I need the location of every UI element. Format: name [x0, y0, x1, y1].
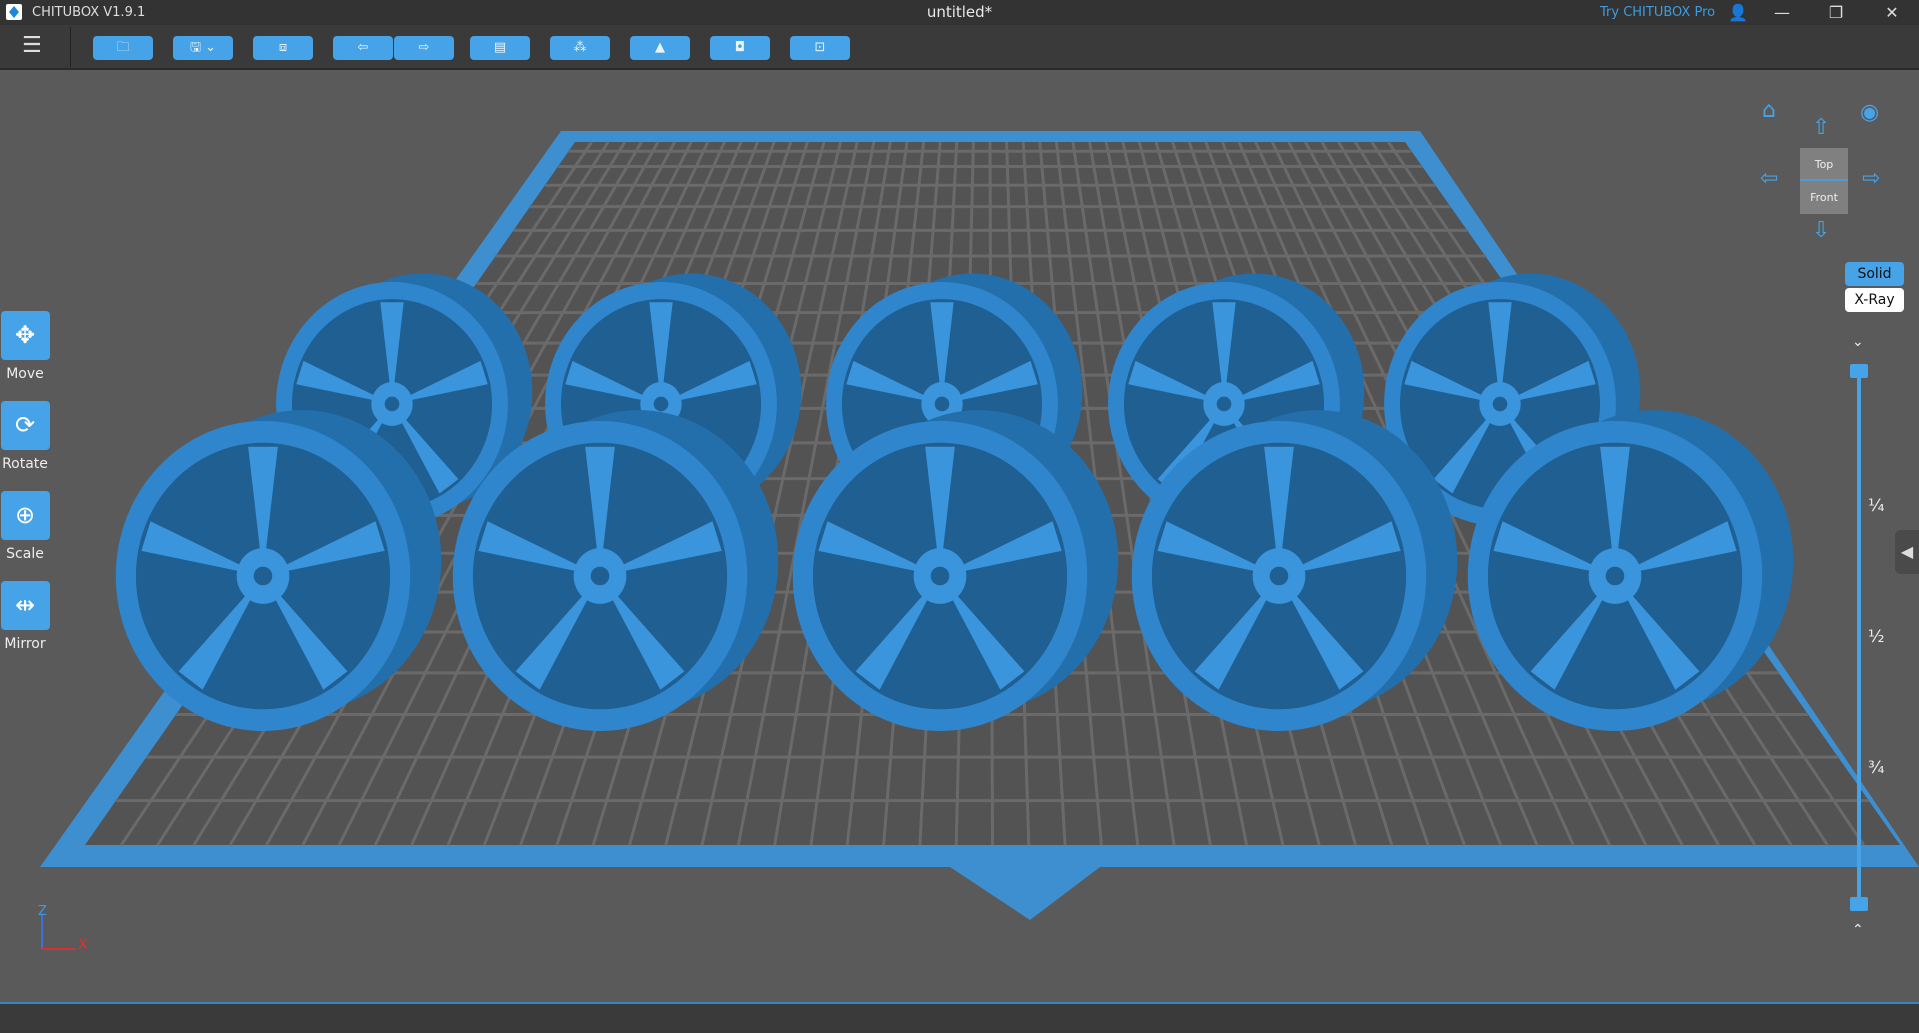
wheel-center-bore [1216, 396, 1232, 412]
rotate-tool[interactable]: ⟳ Rotate [0, 401, 50, 472]
wheel-center-bore [1269, 566, 1289, 586]
wheel-center-bore [1605, 566, 1625, 586]
arrange-button[interactable]: ⁂ [550, 36, 610, 60]
view-top[interactable]: Top [1800, 148, 1848, 181]
scale-icon: ⊕ [0, 491, 50, 540]
hamburger-menu-icon[interactable]: ☰ [22, 35, 44, 57]
view-cube[interactable]: Top Front [1800, 148, 1848, 214]
save-button[interactable]: 🖫 ⌄ [173, 36, 233, 60]
supports-button[interactable]: ▲ [630, 36, 690, 60]
view-down-arrow-icon[interactable]: ⇩ [1812, 218, 1830, 243]
close-button[interactable]: ✕ [1872, 0, 1912, 25]
view-up-arrow-icon[interactable]: ⇧ [1812, 115, 1830, 140]
rotate-icon: ⟳ [0, 401, 50, 450]
build-plate-front-marker [950, 867, 1100, 920]
axis-z-label: Z [38, 905, 47, 919]
toolbar-divider [70, 27, 71, 67]
layer-slider[interactable] [1857, 370, 1861, 905]
move-tool[interactable]: ✥ Move [0, 311, 50, 382]
wheel-center-bore [253, 566, 273, 586]
app-logo-icon [6, 4, 22, 20]
mirror-icon: ⇹ [0, 581, 50, 630]
wheel-center-bore [934, 396, 950, 412]
3d-viewport[interactable] [0, 70, 1919, 1002]
settings-button[interactable]: ▤ [470, 36, 530, 60]
wheel-center-bore [384, 396, 400, 412]
slider-bottom-handle[interactable] [1850, 897, 1868, 911]
view-right-arrow-icon[interactable]: ⇨ [1862, 166, 1880, 191]
mirror-tool[interactable]: ⇹ Mirror [0, 581, 50, 652]
title-bar: CHITUBOX V1.9.1 untitled* Try CHITUBOX P… [0, 0, 1919, 25]
minimize-button[interactable]: — [1762, 0, 1802, 25]
try-pro-link[interactable]: Try CHITUBOX Pro [1600, 5, 1715, 20]
move-icon: ✥ [0, 311, 50, 360]
center-model-button[interactable]: ⧈ [253, 36, 313, 60]
wheel-center-bore [930, 566, 950, 586]
home-view-icon[interactable]: ⌂ [1762, 98, 1776, 123]
collapse-panel-tab[interactable]: ◀ [1895, 530, 1919, 574]
xray-mode-button[interactable]: X-Ray [1845, 288, 1904, 312]
chevron-up-icon[interactable]: ⌃ [1852, 922, 1864, 938]
slider-half-mark: ½ [1868, 627, 1885, 647]
scale-label: Scale [6, 546, 44, 562]
wheel-center-bore [653, 396, 669, 412]
slider-quarter-mark: ¼ [1868, 496, 1885, 516]
status-bar [0, 1002, 1919, 1033]
app-name: CHITUBOX V1.9.1 [32, 5, 146, 20]
rotate-label: Rotate [2, 456, 48, 472]
undo-button[interactable]: ⇦ [333, 36, 393, 60]
chevron-down-icon[interactable]: ⌄ [1852, 334, 1864, 350]
restore-button[interactable]: ❐ [1816, 0, 1856, 25]
solid-mode-button[interactable]: Solid [1845, 262, 1904, 286]
hollow-button[interactable]: ◘ [710, 36, 770, 60]
view-front[interactable]: Front [1800, 181, 1848, 214]
axis-x-label: X [78, 937, 88, 953]
slider-three-quarter-mark: ¾ [1868, 758, 1885, 778]
redo-button[interactable]: ⇨ [394, 36, 454, 60]
open-file-button[interactable]: 🗀 [93, 36, 153, 60]
slider-top-handle[interactable] [1850, 364, 1868, 378]
visibility-eye-icon[interactable]: ◉ [1860, 100, 1879, 125]
scale-tool[interactable]: ⊕ Scale [0, 491, 50, 562]
view-left-arrow-icon[interactable]: ⇦ [1760, 166, 1778, 191]
wheel-center-bore [590, 566, 610, 586]
user-icon[interactable]: 👤 [1718, 0, 1758, 25]
axis-indicator: Z X [38, 905, 88, 953]
wheel-center-bore [1492, 396, 1508, 412]
mirror-label: Mirror [4, 636, 46, 652]
slice-button[interactable]: ⊡ [790, 36, 850, 60]
move-label: Move [6, 366, 44, 382]
toolbar: ☰ 🗀 🖫 ⌄ ⧈ ⇦ ⇨ ▤ ⁂ ▲ ◘ ⊡ [0, 25, 1919, 70]
build-plate-scene[interactable] [0, 70, 1919, 1002]
